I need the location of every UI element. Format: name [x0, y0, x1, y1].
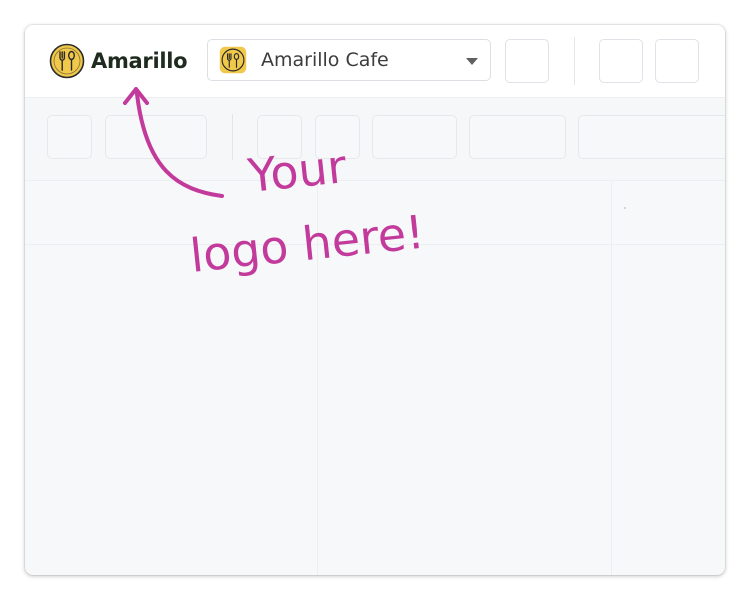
- venue-name: Amarillo Cafe: [261, 49, 389, 71]
- fork-spoon-icon: [49, 43, 85, 79]
- header-button-3[interactable]: [655, 39, 699, 83]
- toolbar-button-5[interactable]: [372, 115, 457, 159]
- header-button-2[interactable]: [599, 39, 643, 83]
- toolbar-button-4[interactable]: [315, 115, 360, 159]
- fork-spoon-icon: [219, 46, 247, 74]
- grid-marker: [624, 207, 626, 209]
- chevron-down-icon: [466, 58, 478, 65]
- grid-column-divider: [611, 181, 612, 575]
- top-bar: Amarillo Amarillo Cafe: [25, 25, 725, 98]
- toolbar-button-1[interactable]: [47, 115, 92, 159]
- app-window: Amarillo Amarillo Cafe: [25, 25, 725, 575]
- header-button-1[interactable]: [505, 39, 549, 83]
- brand-name: Amarillo: [91, 49, 188, 73]
- toolbar-button-3[interactable]: [257, 115, 302, 159]
- toolbar-button-6[interactable]: [469, 115, 566, 159]
- toolbar-button-2[interactable]: [105, 115, 207, 159]
- divider: [232, 114, 233, 160]
- venue-selector[interactable]: Amarillo Cafe: [207, 39, 491, 81]
- toolbar: [25, 98, 725, 181]
- toolbar-button-7[interactable]: [578, 115, 725, 159]
- grid-column-divider: [317, 181, 318, 575]
- brand[interactable]: Amarillo: [49, 42, 188, 80]
- divider: [574, 37, 575, 85]
- grid-line: [25, 244, 725, 245]
